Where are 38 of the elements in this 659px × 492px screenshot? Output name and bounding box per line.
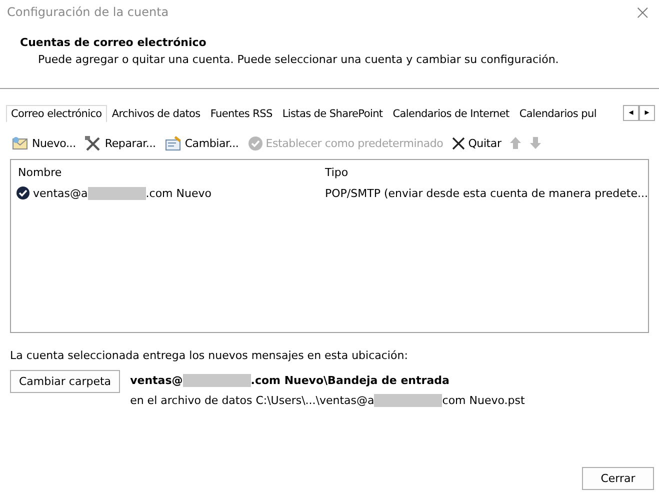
close-icon bbox=[452, 136, 466, 150]
column-header: Nombre bbox=[18, 166, 63, 179]
tab[interactable]: Calendarios pul bbox=[514, 104, 602, 122]
toolbar-button[interactable]: Cambiar... bbox=[164, 136, 239, 150]
account-name: .com Nuevo bbox=[146, 186, 212, 200]
section-description: Puede agregar o quitar una cuenta. Puede seleccionar una cuenta y cambiar su configuración. bbox=[38, 53, 560, 66]
tab[interactable]: Listas de SharePoint bbox=[277, 104, 388, 122]
change-folder-button[interactable]: Cambiar carpeta bbox=[10, 370, 120, 393]
tab[interactable]: Archivos de datos bbox=[106, 104, 206, 122]
data-file-path: en el archivo de datos C:\Users\...\ventas@a bbox=[130, 394, 374, 407]
check-circle-icon bbox=[248, 136, 263, 150]
column-header: Tipo bbox=[325, 166, 350, 179]
envelope-icon bbox=[12, 136, 29, 150]
tab[interactable]: Fuentes RSS bbox=[205, 104, 278, 122]
redaction-bar bbox=[182, 374, 251, 387]
account-name: ventas@a bbox=[33, 186, 88, 200]
window-title: Configuración de la cuenta bbox=[7, 5, 169, 19]
data-file-path: com Nuevo.pst bbox=[442, 394, 525, 407]
tools-icon bbox=[84, 136, 102, 150]
settings-card-icon bbox=[164, 136, 182, 150]
scroll-left-button[interactable]: ◂ bbox=[623, 105, 639, 121]
delivery-label: La cuenta seleccionada entrega los nuevos mensajes en esta ubicación: bbox=[10, 349, 409, 362]
toolbar-button[interactable]: Quitar bbox=[452, 136, 502, 150]
toolbar-button[interactable]: Reparar... bbox=[84, 136, 156, 150]
tab[interactable]: Correo electrónico bbox=[6, 104, 107, 122]
redaction-bar bbox=[88, 186, 146, 200]
folder-path: .com Nuevo\Bandeja de entrada bbox=[250, 374, 450, 387]
folder-path: ventas@ bbox=[130, 374, 183, 387]
arrow-up-icon bbox=[510, 137, 522, 149]
arrow-down-icon bbox=[530, 137, 542, 149]
section-title: Cuentas de correo electrónico bbox=[20, 36, 208, 49]
close-button[interactable]: × bbox=[634, 2, 651, 22]
close-dialog-button[interactable]: Cerrar bbox=[582, 467, 654, 490]
table-cell-text: POP/SMTP (enviar desde esta cuenta de manera predete... bbox=[324, 186, 648, 200]
scroll-right-button[interactable]: ▸ bbox=[639, 105, 655, 121]
tab[interactable]: Calendarios de Internet bbox=[388, 104, 514, 122]
toolbar-button[interactable]: Nuevo... bbox=[12, 136, 76, 150]
redaction-bar bbox=[374, 394, 442, 407]
